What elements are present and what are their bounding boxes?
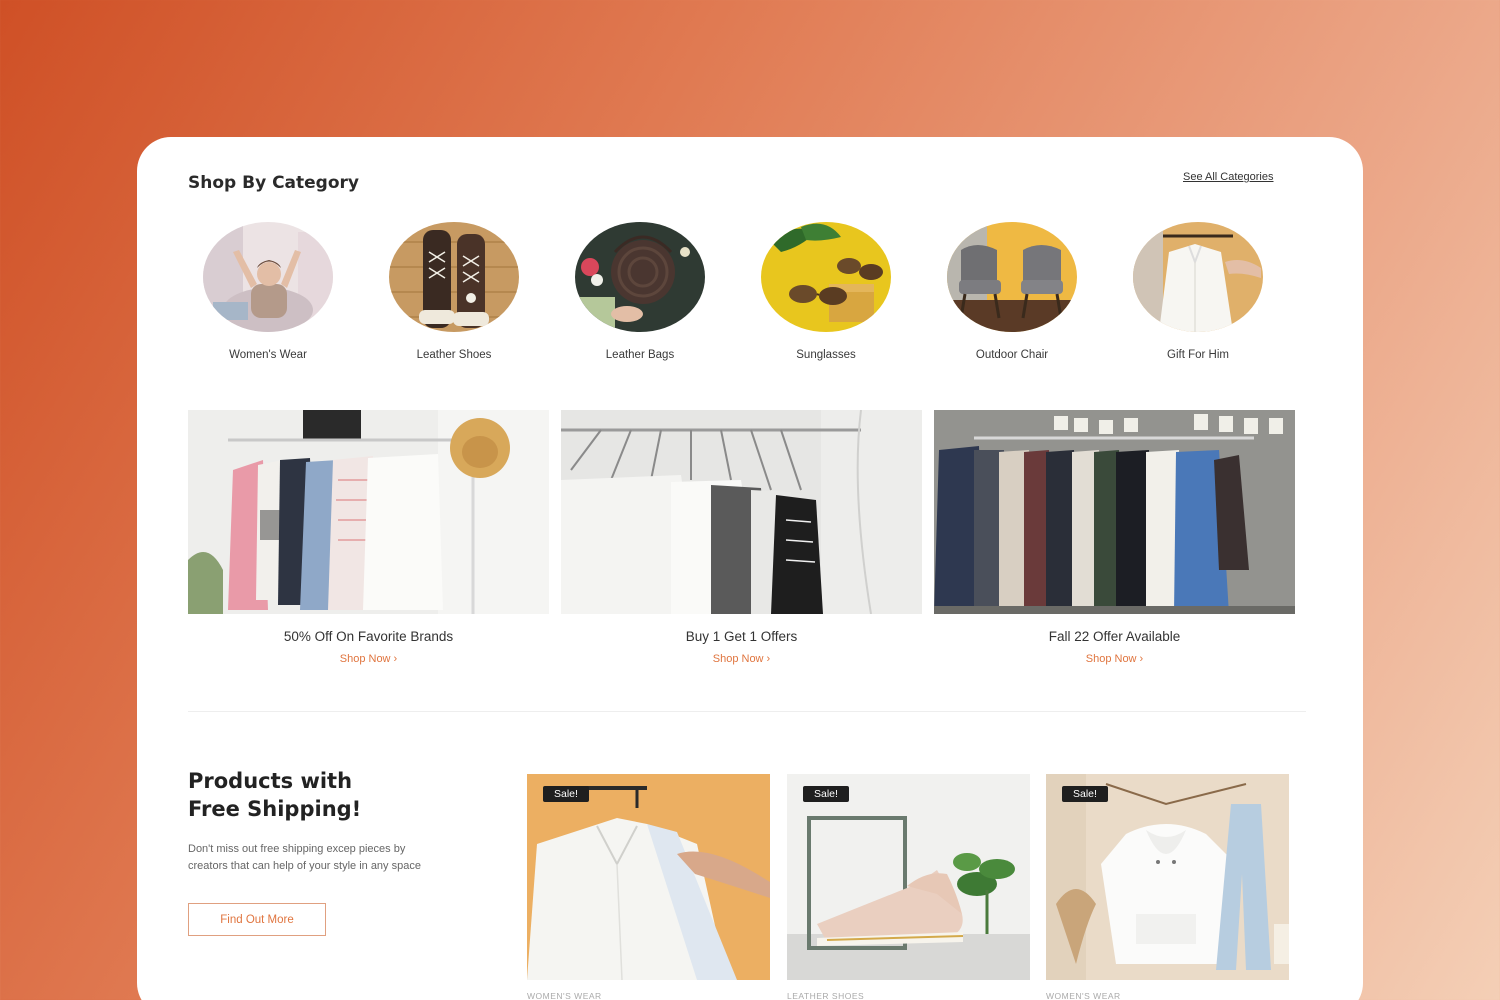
sale-badge: Sale! <box>803 786 849 802</box>
product-card[interactable]: Sale! LEATHER SHOES <box>787 774 1030 1000</box>
product-category: WOMEN'S WEAR <box>1046 991 1121 1000</box>
category-label: Women's Wear <box>229 349 307 361</box>
desc-line: Don't miss out free shipping excep piece… <box>188 843 406 855</box>
banner-title: Buy 1 Get 1 Offers <box>685 629 798 644</box>
category-leather-shoes[interactable]: Leather Shoes <box>374 222 534 361</box>
shop-card: Shop By Category See All Categories Wome… <box>137 137 1363 1000</box>
product-card[interactable]: Sale! WOMEN'S WEAR <box>527 774 770 1000</box>
product-shoe-image[interactable]: Sale! <box>787 774 1030 980</box>
gift-for-him-image <box>1133 222 1263 332</box>
section-title: Shop By Category <box>188 173 359 193</box>
category-sunglasses[interactable]: Sunglasses <box>746 222 906 361</box>
sale-badge: Sale! <box>1062 786 1108 802</box>
product-hoodie-image[interactable]: Sale! <box>1046 774 1289 980</box>
banner-title: 50% Off On Favorite Brands <box>283 629 454 644</box>
free-shipping-title: Products with Free Shipping! <box>188 767 488 823</box>
leather-bags-image <box>575 222 705 332</box>
category-list: Women's Wear Leather Shoes Leather Bags … <box>188 222 1328 372</box>
leather-shoes-image <box>389 222 519 332</box>
title-line: Free Shipping! <box>188 797 362 821</box>
promo-banners: 50% Off On Favorite Brands Shop Now › Bu… <box>188 410 1295 680</box>
category-label: Outdoor Chair <box>975 349 1049 361</box>
category-label: Leather Bags <box>605 349 675 361</box>
banner-buy-one-get-one: Buy 1 Get 1 Offers Shop Now › <box>561 410 922 665</box>
find-out-more-button[interactable]: Find Out More <box>188 903 326 936</box>
banner-fall-offer: Fall 22 Offer Available Shop Now › <box>934 410 1295 665</box>
category-leather-bags[interactable]: Leather Bags <box>560 222 720 361</box>
womens-wear-image <box>203 222 333 332</box>
banner-hangers-image[interactable] <box>561 410 922 614</box>
section-divider <box>188 711 1306 712</box>
product-list: Sale! WOMEN'S WEAR Sale! LEATHER SHOES S… <box>527 774 1293 1000</box>
title-line: Products with <box>188 769 353 793</box>
product-category: WOMEN'S WEAR <box>527 991 602 1000</box>
shop-now-link[interactable]: Shop Now › <box>561 653 922 665</box>
sunglasses-image <box>761 222 891 332</box>
product-category: LEATHER SHOES <box>787 991 865 1000</box>
banner-clothes-rack-image[interactable] <box>188 410 549 614</box>
category-label: Leather Shoes <box>416 349 492 361</box>
shop-now-link[interactable]: Shop Now › <box>188 653 549 665</box>
see-all-categories-link[interactable]: See All Categories <box>1183 171 1274 183</box>
category-gift-for-him[interactable]: Gift For Him <box>1118 222 1278 361</box>
category-label: Sunglasses <box>796 349 856 361</box>
product-shirt-image[interactable]: Sale! <box>527 774 770 980</box>
category-label: Gift For Him <box>1167 349 1229 361</box>
banner-favorite-brands: 50% Off On Favorite Brands Shop Now › <box>188 410 549 665</box>
banner-rack-wall-image[interactable] <box>934 410 1295 614</box>
outdoor-chair-image <box>947 222 1077 332</box>
category-womens-wear[interactable]: Women's Wear <box>188 222 348 361</box>
shop-now-link[interactable]: Shop Now › <box>934 653 1295 665</box>
product-card[interactable]: Sale! WOMEN'S WEAR <box>1046 774 1289 1000</box>
free-shipping-description: Don't miss out free shipping excep piece… <box>188 841 488 875</box>
banner-title: Fall 22 Offer Available <box>1048 629 1181 644</box>
desc-line: creators that can help of your style in … <box>188 860 421 872</box>
category-outdoor-chair[interactable]: Outdoor Chair <box>932 222 1092 361</box>
sale-badge: Sale! <box>543 786 589 802</box>
